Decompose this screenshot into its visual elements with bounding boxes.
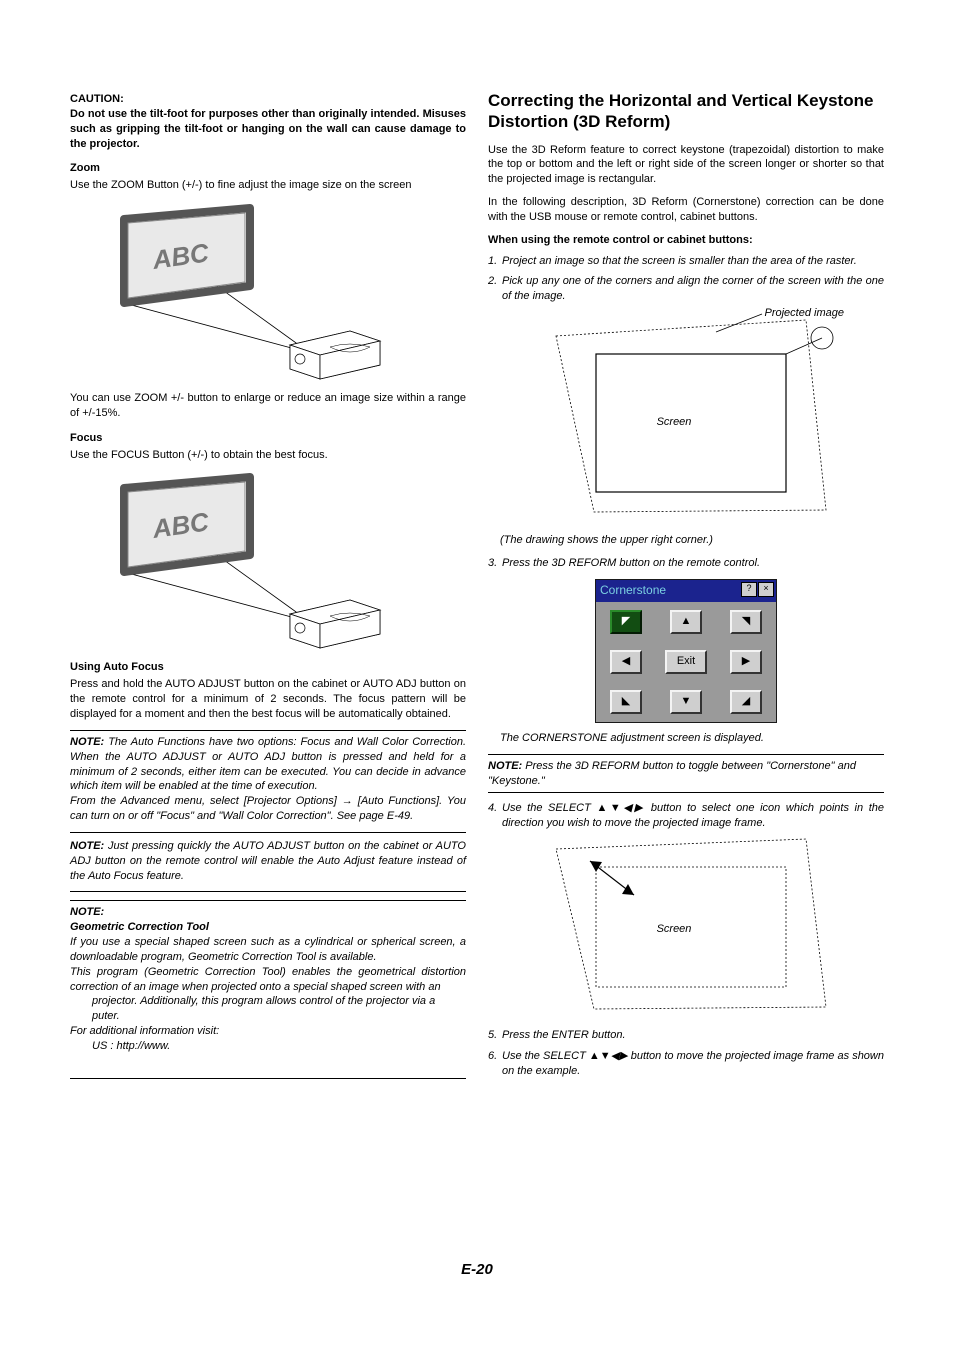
divider: [70, 900, 466, 901]
note-3-text3: projector. Additionally, this program al…: [70, 994, 466, 1009]
zoom-heading: Zoom: [70, 161, 466, 176]
step-5: 5.Press the ENTER button.: [488, 1028, 884, 1043]
direction-figure: Screen: [526, 837, 846, 1022]
divider: [70, 730, 466, 731]
right-column: Correcting the Horizontal and Vertical K…: [488, 90, 884, 1084]
corner-up-left-button[interactable]: ◤: [610, 610, 642, 634]
arrows-icon: ▲▼◀▶: [589, 1050, 628, 1062]
exit-button[interactable]: Exit: [665, 650, 707, 674]
note-3: NOTE: Geometric Correction Tool If you u…: [70, 905, 466, 1053]
corner-up-button[interactable]: ▲: [670, 610, 702, 634]
step-4: 4.Use the SELECT ▲▼◀▶ button to select o…: [488, 801, 884, 831]
note-3-text1: If you use a special shaped screen such …: [70, 935, 466, 965]
projected-image-label: Projected image: [765, 306, 845, 321]
step-list-4: 5.Press the ENTER button. 6.Use the SELE…: [488, 1028, 884, 1079]
focus-figure: ABC: [90, 470, 370, 650]
note-1-label: NOTE:: [70, 736, 104, 748]
left-column: CAUTION: Do not use the tilt-foot for pu…: [70, 90, 466, 1084]
diagram-caption: (The drawing shows the upper right corne…: [500, 533, 884, 548]
note-3-text5: US : http://www.: [70, 1039, 466, 1054]
corner-right-button[interactable]: ▶: [730, 650, 762, 674]
reform-heading: Correcting the Horizontal and Vertical K…: [488, 90, 884, 133]
zoom-text-1: Use the ZOOM Button (+/-) to fine adjust…: [70, 178, 466, 193]
note-3-text3b: puter.: [70, 1009, 466, 1024]
cornerstone-grid: ◤ ▲ ◥ ◀ Exit ▶ ◣ ▼ ◢: [596, 602, 776, 722]
note-3-heading: Geometric Correction Tool: [70, 920, 466, 935]
close-icon[interactable]: ×: [758, 582, 774, 597]
step-list-2: 3.Press the 3D REFORM button on the remo…: [488, 556, 884, 571]
divider: [70, 1078, 466, 1079]
note-3-label: NOTE:: [70, 905, 466, 920]
cornerstone-note-text: Press the 3D REFORM button to toggle bet…: [488, 760, 856, 787]
step-6-text: Use the SELECT ▲▼◀▶ button to move the p…: [502, 1049, 884, 1079]
caution-block: CAUTION: Do not use the tilt-foot for pu…: [70, 92, 466, 151]
step-5-text: Press the ENTER button.: [502, 1028, 884, 1043]
note-3-text2: This program (Geometric Correction Tool)…: [70, 965, 466, 995]
cornerstone-hud: Cornerstone ? × ◤ ▲ ◥ ◀ Exit ▶ ◣ ▼ ◢: [595, 579, 777, 723]
corner-left-button[interactable]: ◀: [610, 650, 642, 674]
step-list-1: 1.Project an image so that the screen is…: [488, 254, 884, 305]
cornerstone-titlebar: Cornerstone ? ×: [596, 580, 776, 602]
zoom-figure-svg: ABC: [90, 201, 390, 391]
zoom-text-2: You can use ZOOM +/- button to enlarge o…: [70, 391, 466, 421]
cornerstone-note-label: NOTE:: [488, 760, 522, 772]
note-1: NOTE: The Auto Functions have two option…: [70, 735, 466, 824]
corner-up-right-button[interactable]: ◥: [730, 610, 762, 634]
cornerstone-note: NOTE: Press the 3D REFORM button to togg…: [488, 759, 884, 789]
projected-image-svg: Screen: [526, 310, 846, 520]
projected-image-figure: Screen Projected image: [526, 310, 846, 525]
step-3-text: Press the 3D REFORM button on the remote…: [502, 556, 884, 571]
manual-page: CAUTION: Do not use the tilt-foot for pu…: [0, 0, 954, 1348]
step-4-text: Use the SELECT ▲▼◀▶ button to select one…: [502, 801, 884, 831]
focus-heading: Focus: [70, 431, 466, 446]
page-number: E-20: [0, 1261, 954, 1278]
corner-down-button[interactable]: ▼: [670, 690, 702, 714]
focus-figure-svg: ABC: [90, 470, 390, 660]
reform-intro-2: In the following description, 3D Reform …: [488, 195, 884, 225]
step-list-3: 4.Use the SELECT ▲▼◀▶ button to select o…: [488, 801, 884, 831]
step-2: 2.Pick up any one of the corners and ali…: [488, 274, 884, 304]
cornerstone-caption: The CORNERSTONE adjustment screen is dis…: [500, 731, 884, 746]
step-6: 6.Use the SELECT ▲▼◀▶ button to move the…: [488, 1049, 884, 1079]
divider: [488, 754, 884, 755]
help-icon[interactable]: ?: [741, 582, 757, 597]
step-2-text: Pick up any one of the corners and align…: [502, 274, 884, 304]
arrow-icon: →: [342, 795, 353, 807]
note-3-text4: For additional information visit:: [70, 1024, 466, 1039]
note-2-text: Just pressing quickly the AUTO ADJUST bu…: [70, 840, 466, 882]
caution-text: Do not use the tilt-foot for purposes ot…: [70, 108, 466, 150]
autofocus-heading: Using Auto Focus: [70, 660, 466, 675]
divider: [70, 891, 466, 892]
autofocus-text: Press and hold the AUTO ADJUST button on…: [70, 677, 466, 722]
step-1: 1.Project an image so that the screen is…: [488, 254, 884, 269]
focus-text: Use the FOCUS Button (+/-) to obtain the…: [70, 448, 466, 463]
screen-label-2: Screen: [657, 923, 692, 935]
divider: [488, 792, 884, 793]
zoom-figure: ABC: [90, 201, 370, 381]
divider: [70, 832, 466, 833]
reform-intro-1: Use the 3D Reform feature to correct key…: [488, 143, 884, 188]
arrows-icon: ▲▼◀▶: [596, 802, 645, 814]
corner-down-left-button[interactable]: ◣: [610, 690, 642, 714]
columns: CAUTION: Do not use the tilt-foot for pu…: [70, 90, 884, 1084]
note-2-label: NOTE:: [70, 840, 104, 852]
caution-label: CAUTION:: [70, 93, 124, 105]
note-2: NOTE: Just pressing quickly the AUTO ADJ…: [70, 839, 466, 884]
direction-figure-svg: Screen: [526, 837, 846, 1017]
corner-down-right-button[interactable]: ◢: [730, 690, 762, 714]
cornerstone-title: Cornerstone: [600, 582, 666, 598]
note-1-text: The Auto Functions have two options: Foc…: [70, 736, 466, 793]
note-1-text2a: From the Advanced menu, select [Projecto…: [70, 795, 342, 807]
screen-label-1: Screen: [657, 416, 692, 428]
step-1-text: Project an image so that the screen is s…: [502, 254, 884, 269]
step-3: 3.Press the 3D REFORM button on the remo…: [488, 556, 884, 571]
remote-subhead: When using the remote control or cabinet…: [488, 233, 884, 248]
